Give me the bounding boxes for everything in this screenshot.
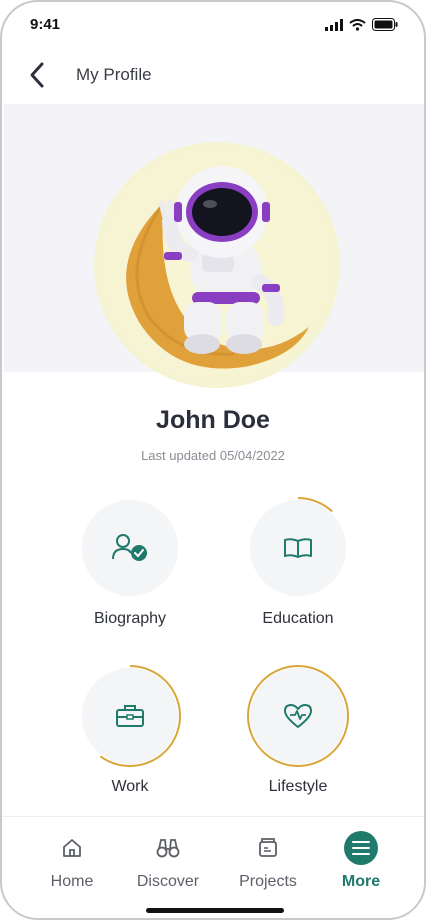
binoculars-icon <box>156 839 180 858</box>
heart-pulse-icon <box>284 704 312 728</box>
folder-icon <box>259 838 277 857</box>
category-biography[interactable]: Biography <box>70 496 190 627</box>
category-circle <box>250 668 346 764</box>
status-bar: 9:41 <box>2 2 424 48</box>
menu-icon <box>352 841 370 855</box>
category-label: Lifestyle <box>268 778 328 795</box>
battery-icon <box>372 18 398 31</box>
category-education[interactable]: Education <box>238 496 358 627</box>
category-label: Biography <box>93 610 167 627</box>
phone-frame: 9:41 My Profile John Doe Last updated 05… <box>0 0 426 920</box>
profile-hero <box>4 104 424 388</box>
nav-label: More <box>341 873 381 890</box>
category-label: Work <box>111 778 149 795</box>
user-check-icon <box>112 534 147 561</box>
nav-item-more[interactable]: More <box>316 831 406 893</box>
signal-icon <box>325 18 343 31</box>
nav-item-discover[interactable]: Discover <box>123 833 213 893</box>
astronaut-avatar <box>126 166 310 369</box>
nav-label: Projects <box>239 873 297 890</box>
more-active-indicator <box>344 831 378 865</box>
category-circle <box>250 500 346 596</box>
category-lifestyle[interactable]: Lifestyle <box>238 664 358 795</box>
category-work[interactable]: Work <box>70 664 190 795</box>
nav-label: Home <box>50 873 94 890</box>
page-title: My Profile <box>76 65 152 84</box>
nav-item-projects[interactable]: Projects <box>223 833 313 893</box>
bottom-nav: Home Discover Projects More <box>2 816 424 918</box>
nav-item-home[interactable]: Home <box>27 833 117 893</box>
header: My Profile <box>2 48 424 104</box>
book-icon <box>284 538 312 558</box>
profile-name: John Doe <box>156 406 270 434</box>
status-icons <box>325 18 398 31</box>
category-label: Education <box>262 610 334 627</box>
home-indicator <box>146 908 284 913</box>
chevron-left-icon <box>30 62 44 88</box>
category-circle <box>82 500 178 596</box>
wifi-icon <box>349 18 366 31</box>
back-button[interactable] <box>22 58 52 92</box>
last-updated: Last updated 05/04/2022 <box>141 448 285 463</box>
home-icon <box>63 839 81 857</box>
category-circle <box>82 668 178 764</box>
nav-label: Discover <box>136 873 200 890</box>
briefcase-icon <box>116 705 144 727</box>
status-time: 9:41 <box>30 16 61 33</box>
